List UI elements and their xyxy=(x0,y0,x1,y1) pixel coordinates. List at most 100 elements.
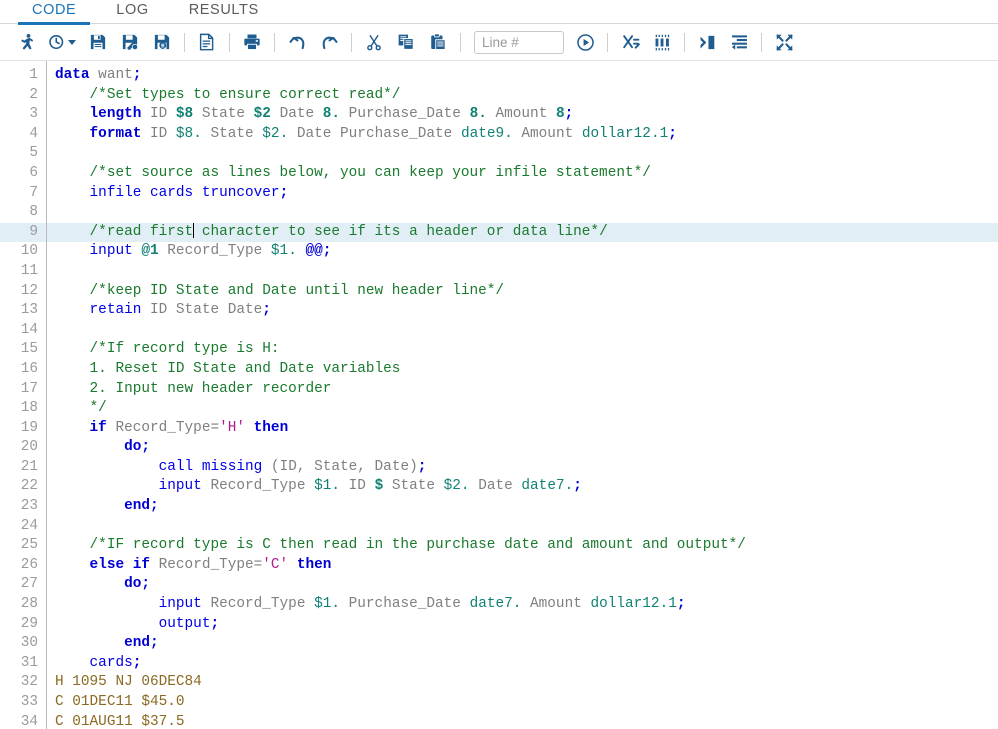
code-line-text[interactable] xyxy=(46,262,998,282)
code-line-text[interactable]: input Record_Type $1. Purchase_Date date… xyxy=(46,595,998,615)
paste-icon[interactable] xyxy=(425,29,451,55)
cut-icon[interactable] xyxy=(361,29,387,55)
code-line[interactable]: 29 output; xyxy=(0,615,998,635)
code-line-text[interactable]: /*keep ID State and Date until new heade… xyxy=(46,282,998,302)
code-line-text[interactable]: infile cards truncover; xyxy=(46,184,998,204)
code-line[interactable]: 2 /*Set types to ensure correct read*/ xyxy=(0,86,998,106)
code-line[interactable]: 33 C 01DEC11 $45.0 xyxy=(0,693,998,713)
code-line[interactable]: 27 do; xyxy=(0,575,998,595)
redo-icon[interactable] xyxy=(316,29,342,55)
code-line[interactable]: 12 /*keep ID State and Date until new he… xyxy=(0,282,998,302)
code-line-text[interactable]: else if Record_Type='C' then xyxy=(46,556,998,576)
code-line[interactable]: 20 do; xyxy=(0,438,998,458)
undo-icon[interactable] xyxy=(284,29,310,55)
code-line[interactable]: 31 cards; xyxy=(0,654,998,674)
save-icon[interactable] xyxy=(85,29,111,55)
code-line[interactable]: 9 /*read first character to see if its a… xyxy=(0,222,998,243)
code-line-text[interactable]: C 01AUG11 $37.5 xyxy=(46,713,998,729)
code-line[interactable]: 19 if Record_Type='H' then xyxy=(0,419,998,439)
code-line[interactable]: 25 /*IF record type is C then read in th… xyxy=(0,536,998,556)
code-line-text[interactable]: do; xyxy=(46,575,998,595)
code-line[interactable]: 11 xyxy=(0,262,998,282)
goto-line-icon[interactable] xyxy=(572,29,598,55)
code-line-text[interactable]: output; xyxy=(46,615,998,635)
code-line[interactable]: 34 C 01AUG11 $37.5 xyxy=(0,713,998,729)
tab-code[interactable]: CODE xyxy=(18,0,91,25)
code-line-text[interactable] xyxy=(46,517,998,537)
code-line[interactable]: 3 length ID $8 State $2 Date 8. Purchase… xyxy=(0,105,998,125)
code-line[interactable]: 17 2. Input new header recorder xyxy=(0,380,998,400)
code-line-text[interactable]: input Record_Type $1. ID $ State $2. Dat… xyxy=(46,477,998,497)
code-line[interactable]: 32 H 1095 NJ 06DEC84 xyxy=(0,673,998,693)
code-lines[interactable]: 1 data want; 2 /*Set types to ensure corre… xyxy=(0,66,998,729)
properties-icon[interactable] xyxy=(194,29,220,55)
code-line-text[interactable]: /*IF record type is C then read in the p… xyxy=(46,536,998,556)
code-line-text[interactable]: H 1095 NJ 06DEC84 xyxy=(46,673,998,693)
code-line-text[interactable]: 1. Reset ID State and Date variables xyxy=(46,360,998,380)
code-line-text[interactable]: length ID $8 State $2 Date 8. Purchase_D… xyxy=(46,105,998,125)
token-fmt: $8. xyxy=(175,125,202,142)
code-line-text[interactable] xyxy=(46,144,998,164)
code-line-text[interactable]: 2. Input new header recorder xyxy=(46,380,998,400)
code-line-text[interactable]: input @1 Record_Type $1. @@; xyxy=(46,242,998,262)
print-icon[interactable] xyxy=(239,29,265,55)
code-line[interactable]: 24 xyxy=(0,517,998,537)
code-line[interactable]: 14 xyxy=(0,321,998,341)
chevron-down-icon[interactable] xyxy=(68,39,76,45)
code-line-text[interactable] xyxy=(46,203,998,223)
analyze-icon[interactable] xyxy=(649,29,675,55)
indent-icon[interactable] xyxy=(726,29,752,55)
code-line-text[interactable]: format ID $8. State $2. Date Purchase_Da… xyxy=(46,125,998,145)
code-line-text[interactable]: /*read first character to see if its a h… xyxy=(46,222,998,243)
code-line-text[interactable]: /*If record type is H: xyxy=(46,340,998,360)
wrap-icon[interactable] xyxy=(694,29,720,55)
code-line-text[interactable]: if Record_Type='H' then xyxy=(46,419,998,439)
code-line[interactable]: 5 xyxy=(0,144,998,164)
clear-all-icon[interactable] xyxy=(617,29,643,55)
token-fmt: dollar12.1 xyxy=(581,125,669,142)
code-line-text[interactable]: retain ID State Date; xyxy=(46,301,998,321)
token-punc: ; xyxy=(132,654,142,671)
run-icon[interactable] xyxy=(13,29,39,55)
code-line[interactable]: 13 retain ID State Date; xyxy=(0,301,998,321)
tab-log[interactable]: LOG xyxy=(102,0,162,25)
save-as-icon[interactable] xyxy=(117,29,143,55)
code-line[interactable]: 6 /*set source as lines below, you can k… xyxy=(0,164,998,184)
code-line[interactable]: 1 data want; xyxy=(0,66,998,86)
code-line-text[interactable]: do; xyxy=(46,438,998,458)
code-line-text[interactable]: C 01DEC11 $45.0 xyxy=(46,693,998,713)
code-line[interactable]: 7 infile cards truncover; xyxy=(0,184,998,204)
code-line[interactable]: 23 end; xyxy=(0,497,998,517)
code-line[interactable]: 8 xyxy=(0,203,998,223)
code-line[interactable]: 10 input @1 Record_Type $1. @@; xyxy=(0,242,998,262)
line-number-input[interactable] xyxy=(474,30,564,54)
token-kw: data xyxy=(55,67,90,83)
fullscreen-icon[interactable] xyxy=(771,29,797,55)
code-line-text[interactable]: end; xyxy=(46,634,998,654)
code-line[interactable]: 16 1. Reset ID State and Date variables xyxy=(0,360,998,380)
code-editor-area[interactable]: 1 data want; 2 /*Set types to ensure corre… xyxy=(0,61,998,729)
code-line[interactable]: 21 call missing (ID, State, Date); xyxy=(0,458,998,478)
code-line-text[interactable]: cards; xyxy=(46,654,998,674)
copy-icon[interactable] xyxy=(393,29,419,55)
code-line-text[interactable]: data want; xyxy=(46,66,998,86)
code-line[interactable]: 4 format ID $8. State $2. Date Purchase_… xyxy=(0,125,998,145)
code-line-text[interactable]: call missing (ID, State, Date); xyxy=(46,458,998,478)
code-line[interactable]: 18 */ xyxy=(0,399,998,419)
code-line-text[interactable]: end; xyxy=(46,497,998,517)
save-to-folder-icon[interactable] xyxy=(149,29,175,55)
code-line[interactable]: 30 end; xyxy=(0,634,998,654)
token-plain: ID xyxy=(141,106,176,123)
tab-results[interactable]: RESULTS xyxy=(175,0,273,25)
code-line[interactable]: 28 input Record_Type $1. Purchase_Date d… xyxy=(0,595,998,615)
code-line-text[interactable]: */ xyxy=(46,399,998,419)
code-line[interactable]: 26 else if Record_Type='C' then xyxy=(0,556,998,576)
code-line-text[interactable]: /*set source as lines below, you can kee… xyxy=(46,164,998,184)
code-line-text[interactable] xyxy=(46,321,998,341)
code-line[interactable]: 22 input Record_Type $1. ID $ State $2. … xyxy=(0,477,998,497)
code-line-text[interactable]: /*Set types to ensure correct read*/ xyxy=(46,86,998,106)
code-line[interactable]: 15 /*If record type is H: xyxy=(0,340,998,360)
token-fmt: dollar12.1 xyxy=(590,596,677,613)
history-icon[interactable] xyxy=(45,29,79,55)
